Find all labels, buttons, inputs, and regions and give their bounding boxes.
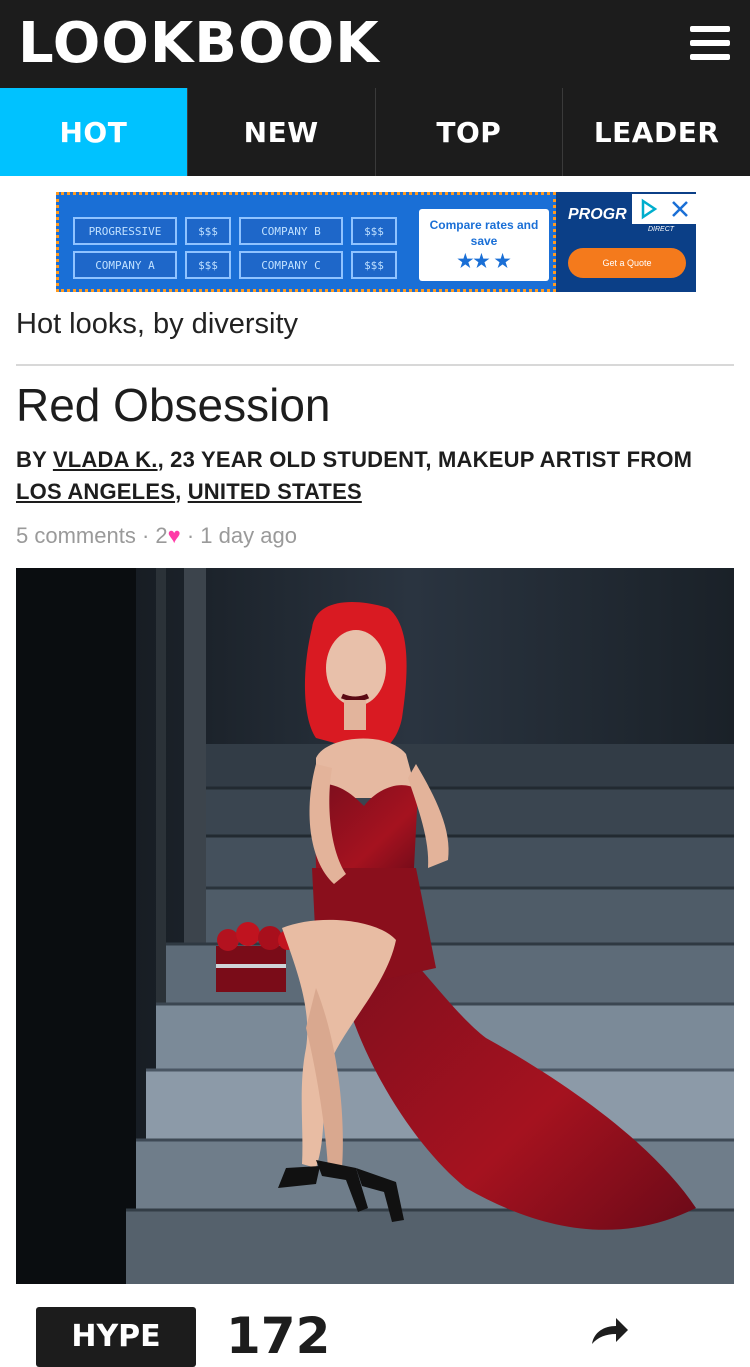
city-link[interactable]: LOS ANGELES [16, 479, 175, 504]
app-header: LOOKBOOK [0, 0, 750, 88]
country-link[interactable]: UNITED STATES [188, 479, 362, 504]
ad-left-panel: PROGRESSIVE $$$ COMPANY B $$$ COMPANY A … [56, 192, 556, 292]
look-meta: 5 comments · 2♥ · 1 day ago [16, 520, 297, 552]
nav-tabs: HOT NEW TOP LEADER [0, 88, 750, 176]
tab-new[interactable]: NEW [186, 88, 375, 176]
by-prefix: BY [16, 447, 47, 472]
ad-brand: PROGR [568, 206, 627, 223]
hamburger-menu-icon[interactable] [690, 26, 730, 60]
ad-cell: $$$ [351, 217, 397, 245]
look-photo[interactable] [16, 568, 734, 1284]
lookbook-logo[interactable]: LOOKBOOK [18, 12, 380, 76]
close-ad-icon[interactable] [664, 194, 696, 224]
tab-hot[interactable]: HOT [0, 88, 187, 176]
comments-link[interactable]: 5 comments [16, 523, 136, 548]
meta-separator: · [186, 523, 195, 548]
adchoices-icon[interactable] [632, 194, 664, 224]
hype-count: 172 [226, 1307, 331, 1365]
hype-button[interactable]: HYPE [36, 1307, 196, 1367]
ad-cell: $$$ [185, 217, 231, 245]
stars-icon: ★★ ★ [457, 251, 511, 271]
ad-banner[interactable]: PROGRESSIVE $$$ COMPANY B $$$ COMPANY A … [56, 192, 696, 292]
ad-cell: COMPANY A [73, 251, 177, 279]
ad-cell: PROGRESSIVE [73, 217, 177, 245]
ad-cta-button[interactable]: Get a Quote [568, 248, 686, 278]
time-ago: 1 day ago [200, 523, 297, 548]
tab-leader[interactable]: LEADER [562, 88, 750, 176]
section-title: Hot looks, by diversity [16, 308, 299, 340]
heart-icon: ♥ [167, 523, 181, 548]
ad-brand-sub: DIRECT [648, 226, 675, 233]
divider [16, 364, 734, 366]
byline: BY VLADA K., 23 YEAR OLD STUDENT, MAKEUP… [16, 444, 734, 508]
ad-cell: COMPANY B [239, 217, 343, 245]
ad-cell: COMPANY C [239, 251, 343, 279]
ad-controls [632, 194, 696, 224]
ad-compare-box: Compare rates and save ★★ ★ [419, 209, 549, 281]
ad-compare-text: Compare rates and save [429, 218, 539, 248]
ad-cell: $$$ [351, 251, 397, 279]
byline-comma: , [175, 479, 182, 504]
look-title[interactable]: Red Obsession [16, 376, 331, 434]
author-description: , 23 YEAR OLD STUDENT, MAKEUP ARTIST FRO… [157, 447, 693, 472]
author-link[interactable]: VLADA K. [53, 447, 158, 472]
look-photo-illustration [16, 568, 734, 1284]
ad-rate-grid: PROGRESSIVE $$$ COMPANY B $$$ COMPANY A … [73, 217, 397, 279]
meta-separator: · [141, 523, 150, 548]
hearts-count: 2 [155, 523, 168, 548]
tab-top[interactable]: TOP [374, 88, 563, 176]
ad-cell: $$$ [185, 251, 231, 279]
